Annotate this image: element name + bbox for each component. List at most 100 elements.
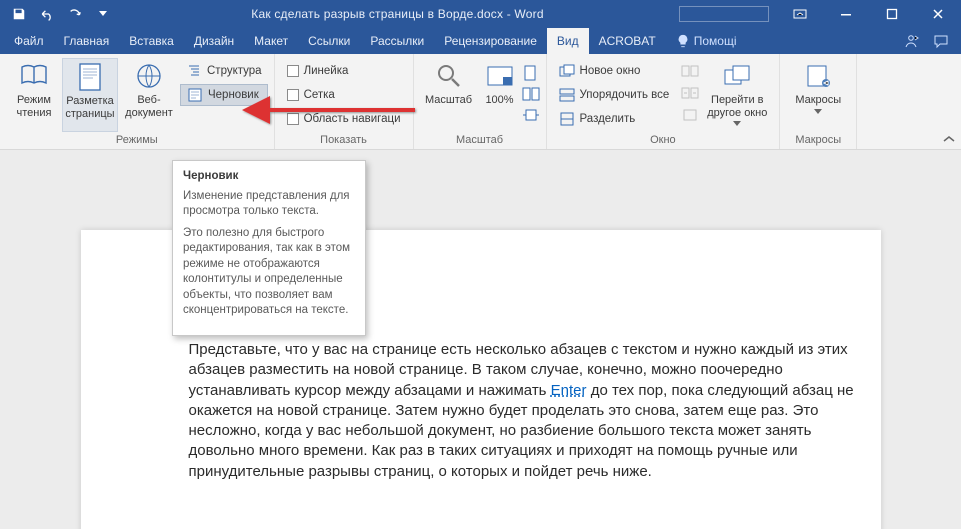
window-title: Как сделать разрыв страницы в Ворде.docx…: [116, 7, 679, 21]
group-window-caption: Окно: [553, 132, 774, 149]
group-show: Линейка Сетка Область навигаци Показать: [275, 54, 414, 149]
tab-review[interactable]: Рецензирование: [434, 28, 547, 54]
checkbox-icon: [287, 113, 299, 125]
reset-pos-icon[interactable]: [681, 108, 699, 128]
navpane-label: Область навигаци: [304, 113, 401, 125]
checkbox-icon: [287, 89, 299, 101]
switch-windows-icon: [721, 60, 753, 92]
share-icon[interactable]: [903, 33, 919, 49]
gridlines-label: Сетка: [304, 89, 335, 101]
group-views: Режим чтения Разметка страницы Веб-докум…: [0, 54, 275, 149]
macros-button[interactable]: Макросы: [786, 58, 850, 132]
comments-icon[interactable]: [933, 33, 949, 49]
chevron-up-icon: [943, 135, 955, 143]
zoom-button[interactable]: Масштаб: [420, 58, 478, 132]
draft-icon: [187, 87, 203, 103]
ribbon-tabs: Файл Главная Вставка Дизайн Макет Ссылки…: [0, 28, 961, 54]
tell-me[interactable]: Помощі: [666, 28, 747, 54]
switch-windows-label: Перейти в другое окно: [703, 94, 771, 119]
tooltip-p2: Это полезно для быстрого редактирования,…: [183, 226, 355, 319]
split-icon: [559, 111, 575, 127]
macros-label: Макросы: [795, 94, 841, 107]
minimize-button[interactable]: [823, 0, 869, 28]
window-controls: [777, 0, 961, 28]
group-views-caption: Режимы: [6, 132, 268, 149]
new-window-label: Новое окно: [580, 65, 641, 77]
switch-windows-button[interactable]: Перейти в другое окно: [701, 58, 773, 132]
tab-view[interactable]: Вид: [547, 28, 589, 54]
read-mode-button[interactable]: Режим чтения: [6, 58, 62, 132]
hundred-label: 100%: [485, 94, 513, 107]
tab-file[interactable]: Файл: [4, 28, 54, 54]
outline-icon: [186, 63, 202, 79]
enter-link: Enter: [551, 382, 587, 399]
zoom-label: Масштаб: [425, 94, 472, 107]
close-button[interactable]: [915, 0, 961, 28]
read-mode-label: Режим чтения: [8, 94, 60, 119]
hundred-icon: [484, 60, 516, 92]
draft-tooltip: Черновик Изменение представления для про…: [172, 160, 366, 336]
tab-home[interactable]: Главная: [54, 28, 120, 54]
group-macros-caption: Макросы: [786, 132, 850, 149]
ribbon: Режим чтения Разметка страницы Веб-докум…: [0, 54, 961, 150]
outline-label: Структура: [207, 65, 262, 77]
group-window: Новое окно Упорядочить все Разделить Пер…: [547, 54, 781, 149]
print-layout-button[interactable]: Разметка страницы: [62, 58, 118, 132]
navpane-checkbox[interactable]: Область навигаци: [281, 108, 407, 130]
ruler-label: Линейка: [304, 65, 349, 77]
tab-layout[interactable]: Макет: [244, 28, 298, 54]
save-button[interactable]: [6, 1, 32, 27]
ruler-checkbox[interactable]: Линейка: [281, 60, 407, 82]
collapse-ribbon-button[interactable]: [937, 54, 961, 149]
page-width-icon[interactable]: [522, 108, 540, 128]
macros-icon: [802, 60, 834, 92]
tab-mailings[interactable]: Рассылки: [360, 28, 434, 54]
tab-design[interactable]: Дизайн: [184, 28, 244, 54]
tooltip-p1: Изменение представления для просмотра то…: [183, 189, 355, 220]
checkbox-icon: [287, 65, 299, 77]
title-bar: Как сделать разрыв страницы в Ворде.docx…: [0, 0, 961, 28]
right-controls: [891, 28, 961, 54]
web-layout-icon: [133, 60, 165, 92]
tooltip-title: Черновик: [183, 169, 355, 185]
draft-label: Черновик: [208, 89, 259, 101]
account-box[interactable]: [679, 6, 769, 22]
tab-references[interactable]: Ссылки: [298, 28, 360, 54]
tab-insert[interactable]: Вставка: [119, 28, 184, 54]
one-page-icon[interactable]: [522, 64, 540, 84]
qat-customize-button[interactable]: [90, 1, 116, 27]
bulb-icon: [676, 34, 690, 48]
split-label: Разделить: [580, 113, 636, 125]
print-layout-icon: [74, 61, 106, 93]
document-area: Представьте, что у вас на странице есть …: [0, 150, 961, 529]
outline-button[interactable]: Структура: [180, 60, 268, 82]
multi-page-icon[interactable]: [522, 86, 540, 106]
arrange-all-label: Упорядочить все: [580, 89, 670, 101]
side-by-side-icon[interactable]: [681, 64, 699, 84]
group-zoom: Масштаб 100% Масштаб: [414, 54, 547, 149]
chevron-down-icon: [814, 109, 822, 114]
read-mode-icon: [18, 60, 50, 92]
sync-scroll-icon[interactable]: [681, 86, 699, 106]
undo-button[interactable]: [34, 1, 60, 27]
new-window-button[interactable]: Новое окно: [553, 60, 676, 82]
paragraph: Представьте, что у вас на странице есть …: [189, 340, 861, 482]
hundred-button[interactable]: 100%: [478, 58, 522, 132]
arrange-all-button[interactable]: Упорядочить все: [553, 84, 676, 106]
maximize-button[interactable]: [869, 0, 915, 28]
web-layout-button[interactable]: Веб-документ: [118, 58, 180, 132]
group-zoom-caption: Масштаб: [420, 132, 540, 149]
gridlines-checkbox[interactable]: Сетка: [281, 84, 407, 106]
chevron-down-icon: [733, 121, 741, 126]
new-window-icon: [559, 63, 575, 79]
tell-me-label: Помощі: [694, 34, 737, 48]
split-button[interactable]: Разделить: [553, 108, 676, 130]
ribbon-options-button[interactable]: [777, 0, 823, 28]
quick-access-toolbar: [0, 1, 116, 27]
redo-button[interactable]: [62, 1, 88, 27]
group-macros: Макросы Макросы: [780, 54, 857, 149]
tab-acrobat[interactable]: ACROBAT: [589, 28, 666, 54]
group-show-caption: Показать: [281, 132, 407, 149]
zoom-icon: [433, 60, 465, 92]
draft-button[interactable]: Черновик: [180, 84, 268, 106]
